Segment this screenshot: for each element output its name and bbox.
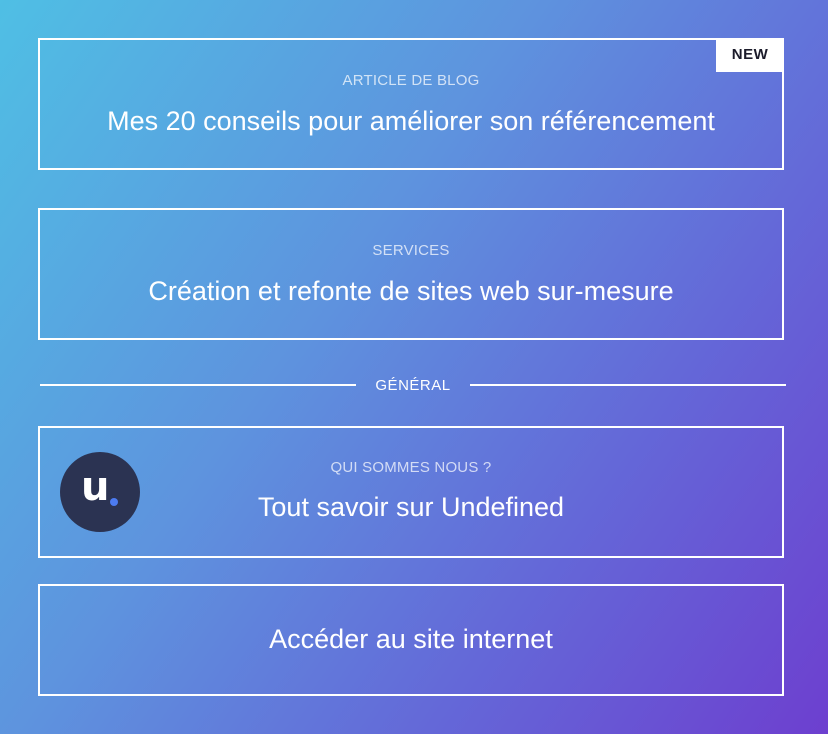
divider-line-right <box>470 384 786 386</box>
card-category-label: QUI SOMMES NOUS ? <box>330 459 492 476</box>
divider-line-left <box>40 384 356 386</box>
card-category-label: SERVICES <box>372 242 450 259</box>
blog-article-card[interactable]: NEW ARTICLE DE BLOG Mes 20 conseils pour… <box>38 38 784 170</box>
section-label: GÉNÉRAL <box>375 377 451 394</box>
card-title: Accéder au site internet <box>269 624 553 654</box>
card-title: Tout savoir sur Undefined <box>257 492 565 522</box>
card-category-label: ARTICLE DE BLOG <box>342 72 480 89</box>
card-title: Création et refonte de sites web sur-mes… <box>148 276 674 306</box>
visit-website-card[interactable]: Accéder au site internet <box>38 584 784 696</box>
about-us-card[interactable]: u QUI SOMMES NOUS ? Tout savoir sur Unde… <box>38 426 784 558</box>
card-title: Mes 20 conseils pour améliorer son référ… <box>107 106 715 136</box>
new-badge: NEW <box>716 38 784 72</box>
services-card[interactable]: SERVICES Création et refonte de sites we… <box>38 208 784 340</box>
section-divider: GÉNÉRAL <box>40 375 786 395</box>
